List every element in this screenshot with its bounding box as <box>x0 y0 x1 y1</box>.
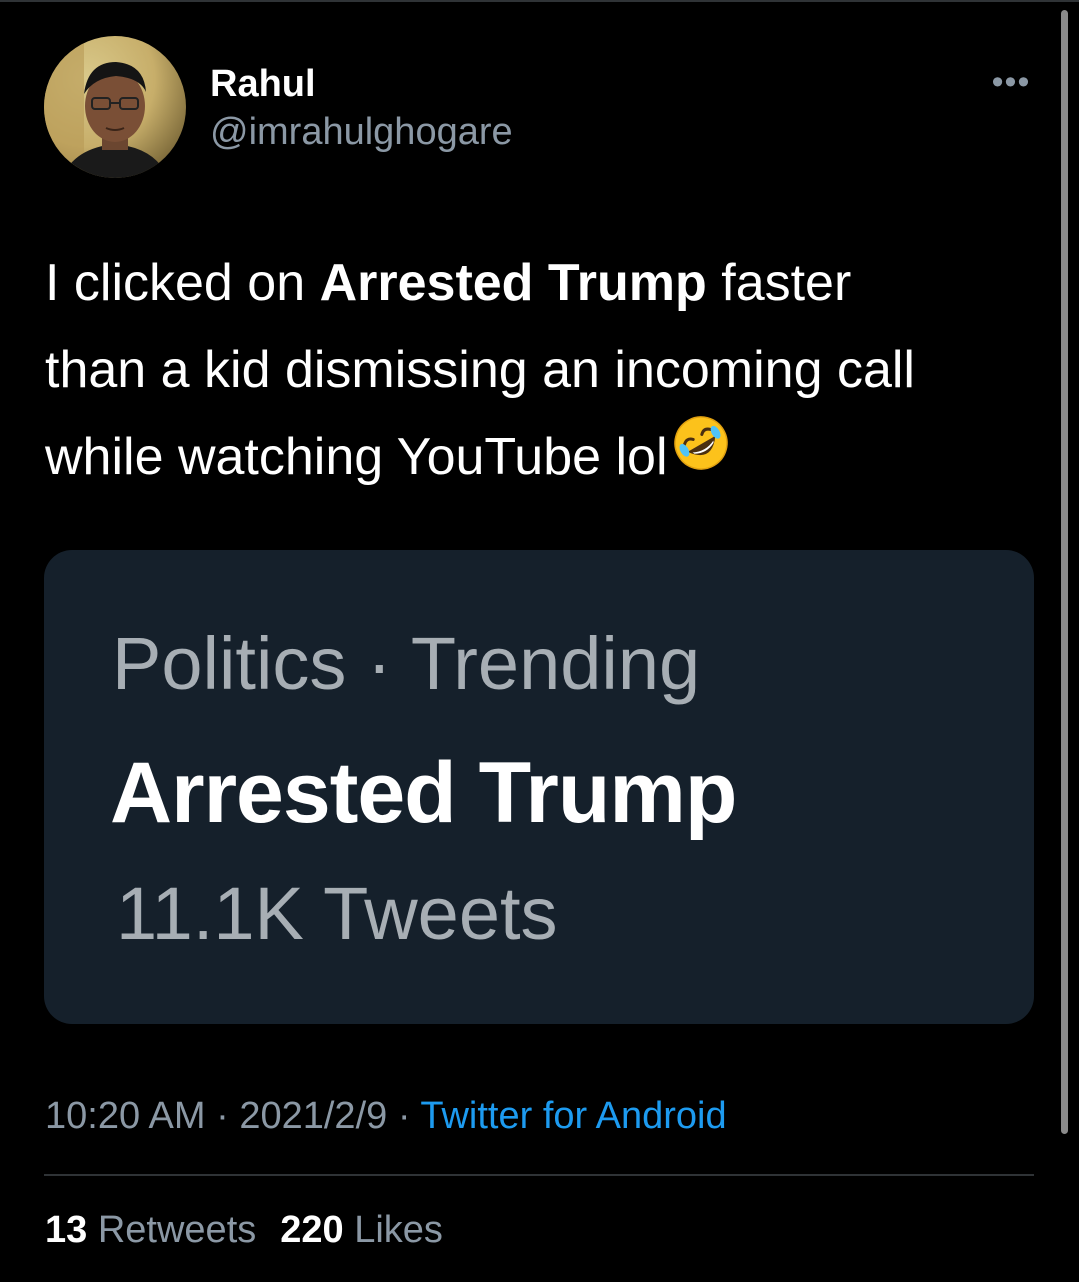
tweet-source-link[interactable]: Twitter for Android <box>420 1095 726 1137</box>
tweet-time[interactable]: 10:20 AM <box>45 1095 206 1137</box>
display-name[interactable]: Rahul <box>210 62 316 106</box>
tweet-text-segment: faster <box>706 254 852 312</box>
tweet-text-segment: I clicked on <box>45 254 320 312</box>
tweet-bold-topic: Arrested Trump <box>319 254 707 312</box>
meta-separator: · <box>387 1095 421 1137</box>
trend-topic: Arrested Trump <box>110 745 737 841</box>
retweets-stat[interactable]: 13 Retweets <box>45 1209 256 1251</box>
tweet-stats: 13 Retweets 220 Likes <box>45 1206 443 1254</box>
retweets-label: Retweets <box>97 1209 257 1251</box>
user-handle[interactable]: @imrahulghogare <box>210 110 513 154</box>
rolling-on-floor-laughing-emoji-icon <box>672 412 730 499</box>
more-options-button[interactable]: ••• <box>985 60 1037 104</box>
tweet-line-3: while watching YouTube lol <box>45 414 1045 501</box>
tweet-text-segment: while watching YouTube lol <box>45 428 668 486</box>
tweet-date[interactable]: 2021/2/9 <box>239 1095 387 1137</box>
top-divider <box>0 0 1079 2</box>
retweets-count: 13 <box>45 1209 88 1251</box>
tweet-line-1: I clicked on Arrested Trump faster <box>45 240 1045 327</box>
tweet-line-2: than a kid dismissing an incoming call <box>45 341 915 399</box>
likes-stat[interactable]: 220 Likes <box>280 1209 443 1251</box>
profile-photo-icon <box>44 36 186 178</box>
tweet-text: I clicked on Arrested Trump faster than … <box>45 240 1045 501</box>
likes-count: 220 <box>280 1209 344 1251</box>
trending-card-image[interactable]: Politics · Trending Arrested Trump 11.1K… <box>44 550 1034 1024</box>
likes-label: Likes <box>354 1209 443 1251</box>
avatar[interactable] <box>44 36 186 178</box>
more-dots-icon: ••• <box>991 63 1031 101</box>
meta-separator: · <box>205 1095 240 1137</box>
tweet-meta: 10:20 AM · 2021/2/9 · Twitter for Androi… <box>45 1092 727 1140</box>
stats-divider <box>44 1174 1034 1176</box>
trend-tweet-count: 11.1K Tweets <box>116 872 558 955</box>
trend-category: Politics · Trending <box>112 622 701 705</box>
scrollbar[interactable] <box>1061 10 1068 1134</box>
